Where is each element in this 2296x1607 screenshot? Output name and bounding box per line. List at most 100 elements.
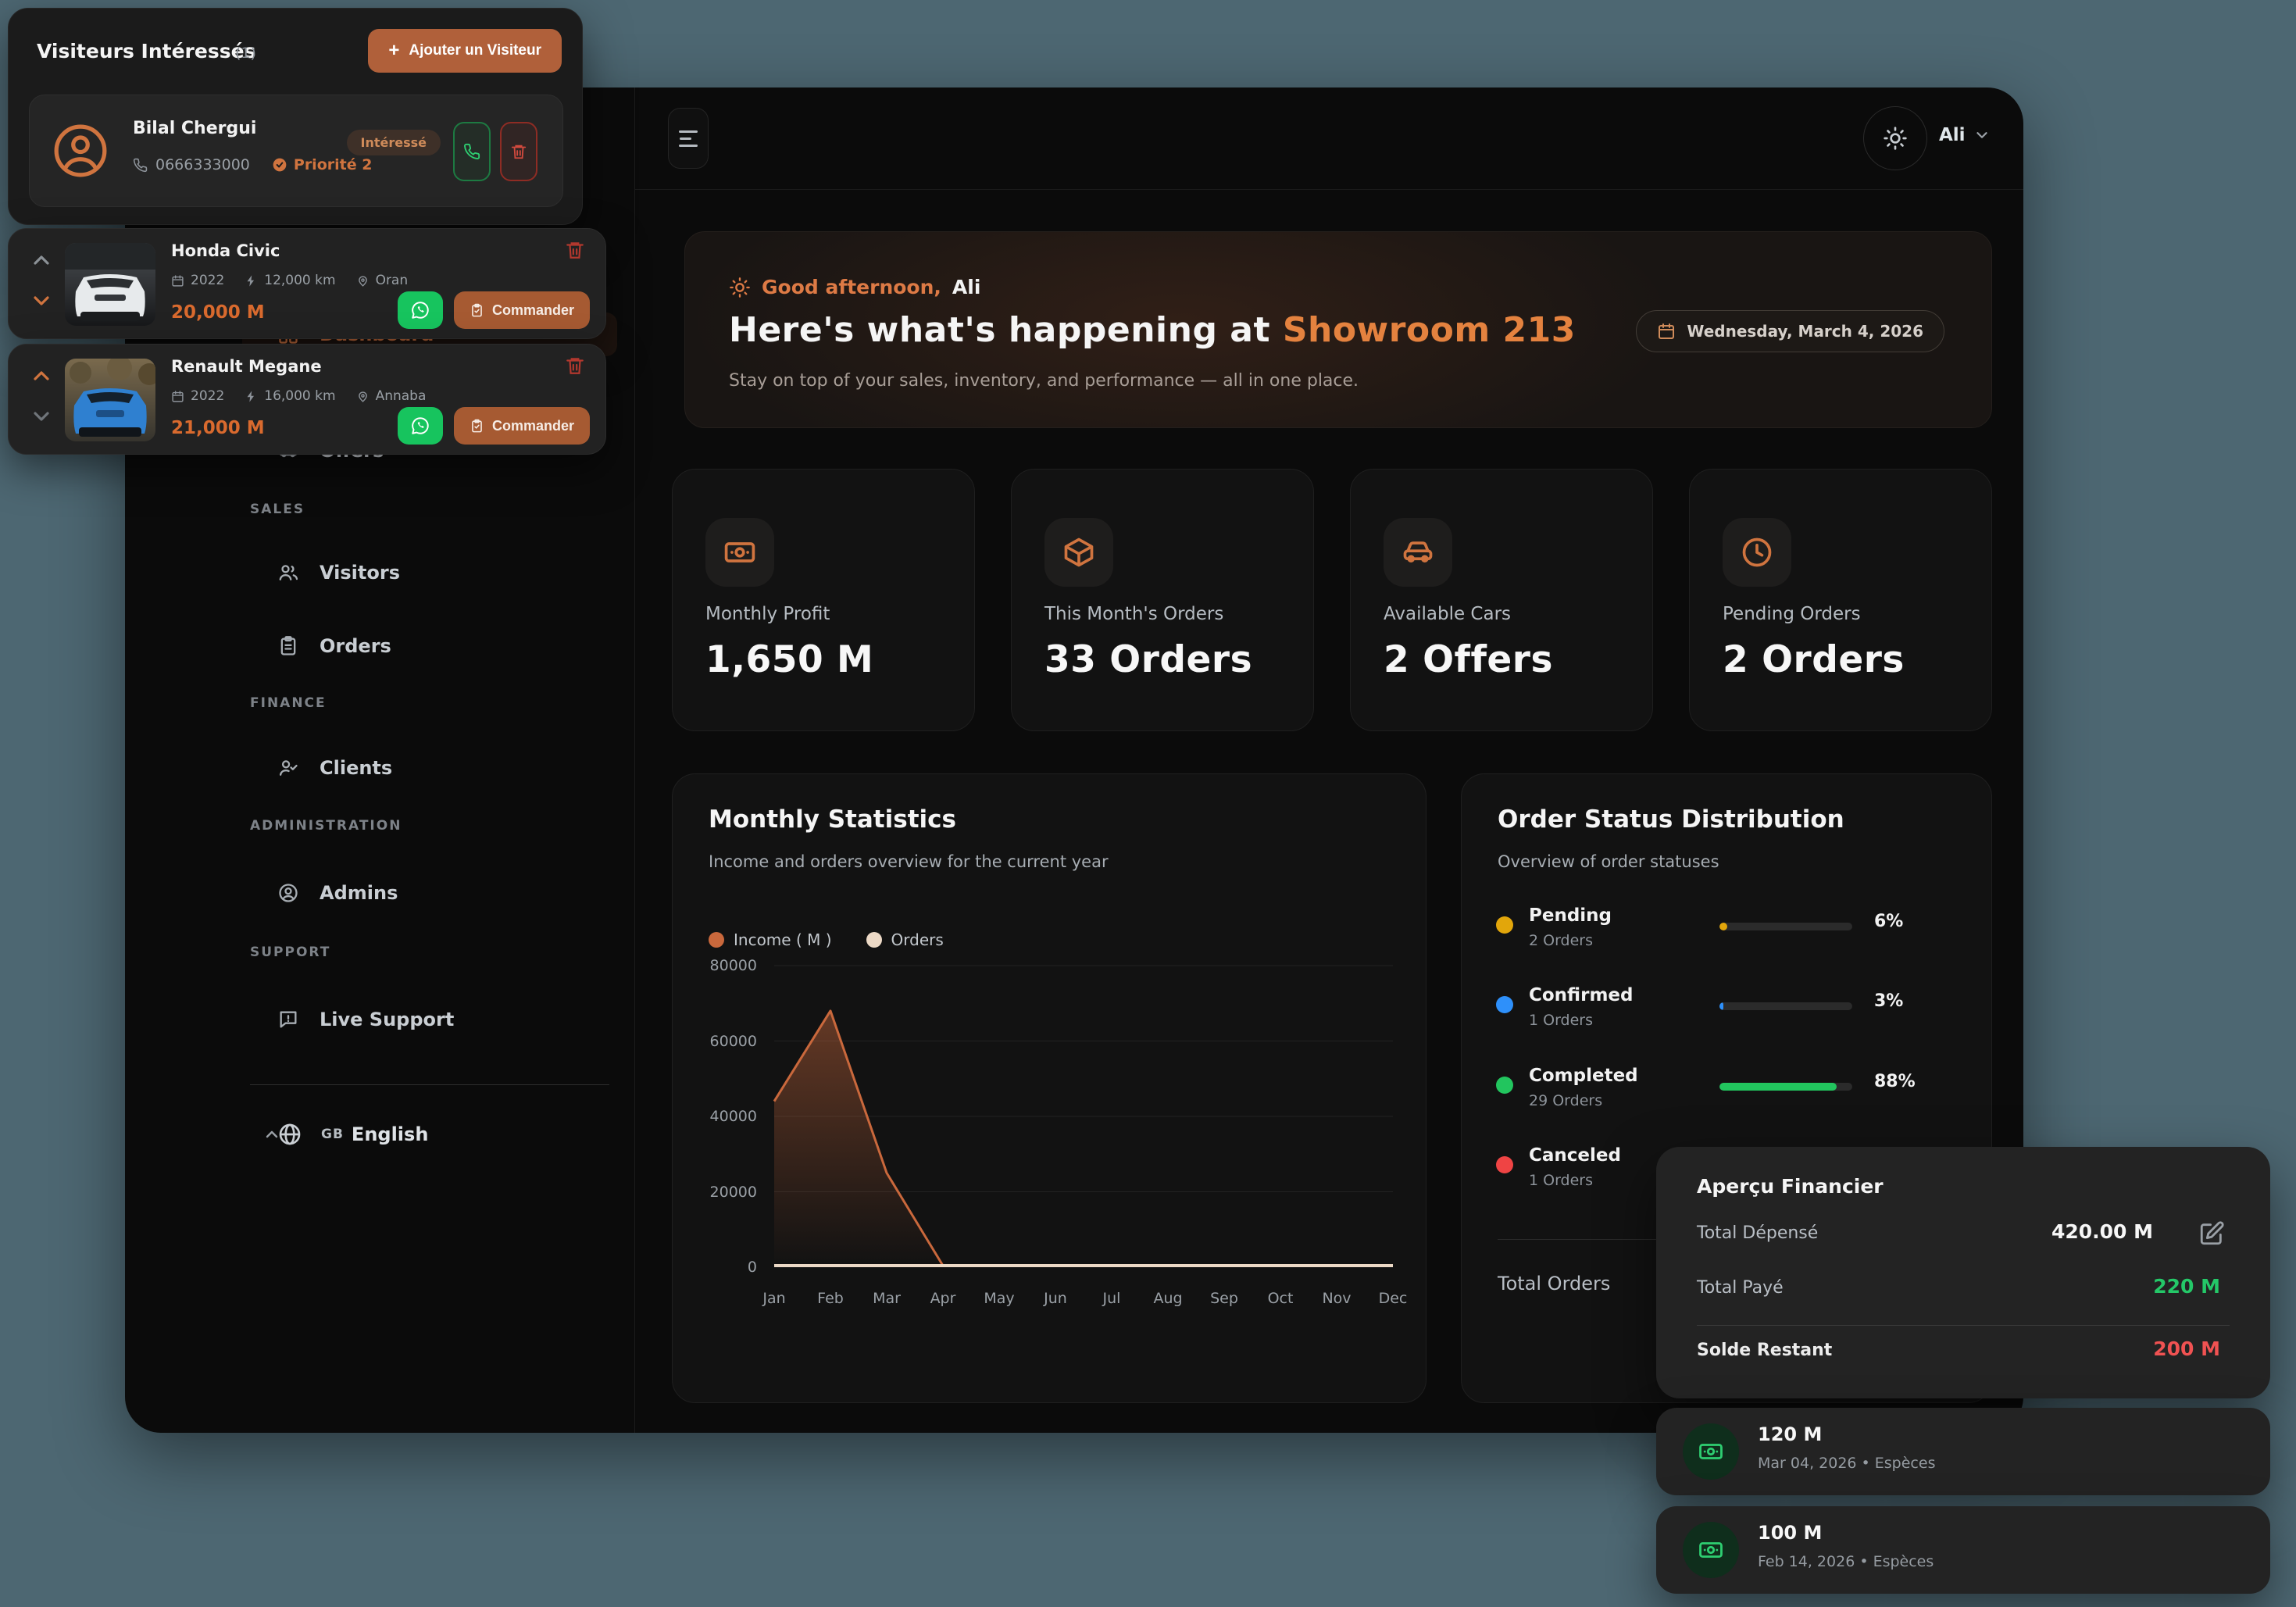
theme-toggle-button[interactable]: [1863, 106, 1927, 170]
greeting: Good afternoon, Ali: [729, 276, 980, 298]
sidebar-item-live-support[interactable]: Live Support: [242, 998, 617, 1041]
car-name: Honda Civic: [171, 241, 280, 260]
whatsapp-button[interactable]: [398, 407, 443, 445]
user-check-icon: [277, 757, 299, 779]
panel-title: Monthly Statistics: [709, 805, 956, 834]
status-dot: [1496, 916, 1513, 934]
sidebar-footer-divider: [250, 1084, 609, 1085]
delete-car-button[interactable]: [565, 240, 585, 260]
visitor-phone: 0666333000: [155, 156, 250, 173]
payment-list-item: 120 M Mar 04, 2026 • Espèces: [1656, 1408, 2270, 1495]
panel-subtitle: Income and orders overview for the curre…: [709, 852, 1109, 871]
user-circle-icon: [277, 882, 299, 904]
car-year: 2022: [171, 273, 224, 288]
stat-label: Pending Orders: [1723, 604, 1861, 624]
car-card-honda-civic: Honda Civic 2022 12,000 km Oran 20,000 M…: [8, 228, 606, 339]
menu-toggle-button[interactable]: [668, 108, 709, 169]
status-row-completed: Completed 29 Orders 88%: [1462, 1066, 1991, 1128]
status-count: 2 Orders: [1529, 932, 1593, 949]
date-text: Wednesday, March 4, 2026: [1687, 322, 1923, 341]
stat-card-month-orders: This Month's Orders 33 Orders: [1011, 469, 1314, 731]
move-up-button[interactable]: [29, 363, 54, 388]
x-tick-label: Aug: [1153, 1290, 1182, 1307]
cash-payment-icon: [1698, 1537, 1724, 1563]
order-button[interactable]: Commander: [454, 407, 590, 445]
status-row-pending: Pending 2 Orders 6%: [1462, 905, 1991, 968]
car-price: 21,000 M: [171, 418, 265, 438]
y-tick-label: 60000: [710, 1033, 757, 1050]
chart-x-axis-labels: JanFebMarAprMayJunJulAugSepOctNovDec: [774, 1290, 1393, 1313]
order-button[interactable]: Commander: [454, 291, 590, 329]
clipboard-check-icon: [470, 303, 484, 318]
banner-subtitle: Stay on top of your sales, inventory, an…: [729, 371, 1359, 391]
check-circle-icon: [272, 157, 287, 173]
status-label: Pending: [1529, 905, 1612, 926]
sidebar-section-sales: SALES: [250, 502, 305, 517]
y-tick-label: 40000: [710, 1108, 757, 1125]
chevron-up-icon: [262, 1125, 281, 1144]
banner-title: Here's what's happening at Showroom 213: [729, 310, 1576, 350]
chart-y-axis-labels: 020000400006000080000: [673, 966, 757, 1267]
legend-label: Income ( M ): [734, 930, 832, 949]
car-price: 20,000 M: [171, 302, 265, 323]
sidebar-item-visitors[interactable]: Visitors: [242, 551, 617, 595]
chart-plot: [774, 966, 1393, 1267]
edit-amount-icon[interactable]: [2198, 1220, 2225, 1247]
status-percentage: 6%: [1874, 912, 1903, 931]
sidebar-item-admins[interactable]: Admins: [242, 871, 617, 915]
bolt-icon: [245, 390, 258, 403]
y-tick-label: 0: [748, 1259, 757, 1276]
legend-dot: [866, 932, 882, 948]
user-menu[interactable]: Ali: [1939, 125, 1991, 145]
add-visitor-button[interactable]: + Ajouter un Visiteur: [368, 29, 562, 73]
stat-value: 2 Orders: [1723, 638, 1905, 681]
x-tick-label: Sep: [1210, 1290, 1238, 1307]
car-city: Annaba: [356, 388, 427, 404]
delete-visitor-button[interactable]: [500, 122, 537, 181]
whatsapp-button[interactable]: [398, 291, 443, 329]
phone-icon: [133, 158, 148, 173]
sidebar-item-label: Clients: [320, 757, 392, 779]
welcome-banner: Good afternoon, Ali Here's what's happen…: [684, 231, 1992, 428]
stat-value: 2 Offers: [1384, 638, 1553, 681]
status-row-confirmed: Confirmed 1 Orders 3%: [1462, 985, 1991, 1048]
sun-icon: [729, 277, 751, 298]
status-percentage: 88%: [1874, 1072, 1916, 1091]
status-count: 1 Orders: [1529, 1012, 1593, 1029]
move-up-button[interactable]: [29, 248, 54, 273]
sidebar-section-administration: ADMINISTRATION: [250, 818, 402, 834]
legend-dot: [709, 932, 724, 948]
move-down-button[interactable]: [29, 288, 54, 313]
payment-list-item: 100 M Feb 14, 2026 • Espèces: [1656, 1506, 2270, 1594]
status-label: Completed: [1529, 1066, 1638, 1086]
status-dot: [1496, 996, 1513, 1013]
user-name: Ali: [1939, 125, 1966, 145]
car-mileage: 16,000 km: [245, 388, 335, 404]
package-icon: [1062, 535, 1096, 570]
language-selector[interactable]: GB English: [242, 1111, 617, 1158]
x-tick-label: May: [984, 1290, 1014, 1307]
car-name: Renault Megane: [171, 357, 322, 376]
cash-payment-icon: [1698, 1438, 1724, 1465]
x-tick-label: Jan: [762, 1290, 785, 1307]
date-display: Wednesday, March 4, 2026: [1636, 310, 1944, 352]
car-year: 2022: [171, 388, 224, 404]
sidebar-item-clients[interactable]: Clients: [242, 746, 617, 790]
y-tick-label: 20000: [710, 1184, 757, 1201]
clock-icon: [1740, 535, 1774, 570]
status-label: Canceled: [1529, 1145, 1621, 1166]
sidebar-item-orders[interactable]: Orders: [242, 624, 617, 668]
status-progress-fill: [1719, 1002, 1723, 1010]
balance-label: Solde Restant: [1697, 1341, 1832, 1360]
visitor-avatar: [52, 122, 109, 180]
language-label: English: [352, 1123, 428, 1145]
x-tick-label: Jul: [1103, 1290, 1121, 1307]
call-visitor-button[interactable]: [453, 122, 491, 181]
car-photo: [65, 359, 155, 441]
total-spent-value: 420.00 M: [2051, 1220, 2153, 1243]
delete-car-button[interactable]: [565, 355, 585, 376]
status-dot: [1496, 1156, 1513, 1173]
payment-meta: Feb 14, 2026 • Espèces: [1758, 1553, 1934, 1570]
sidebar-item-label: Live Support: [320, 1009, 454, 1030]
move-down-button[interactable]: [29, 404, 54, 429]
